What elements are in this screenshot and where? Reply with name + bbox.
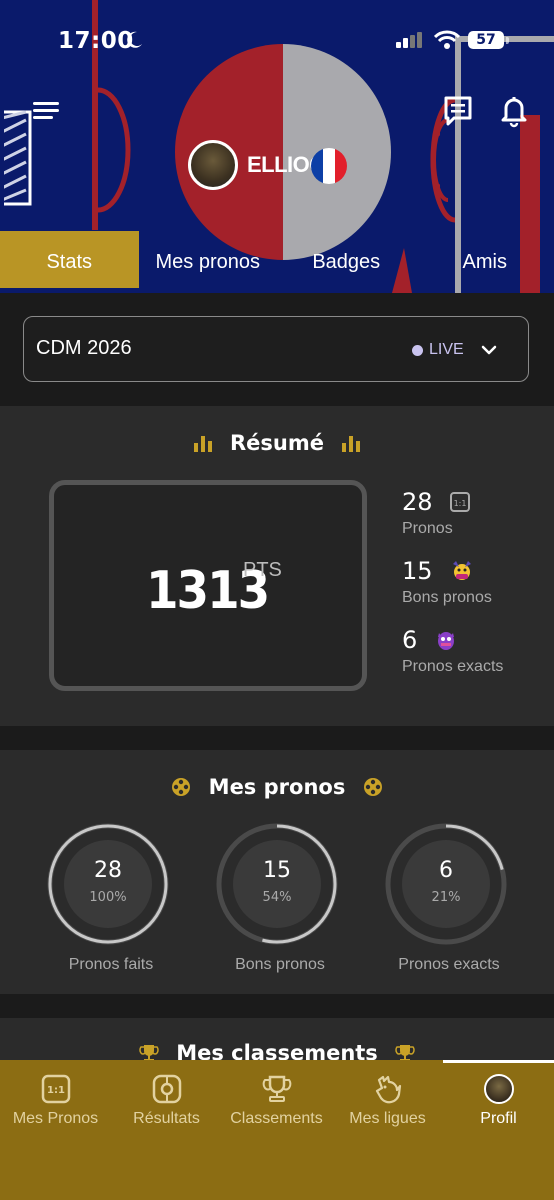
ring-label: Bons pronos [235,956,325,973]
nav-profil[interactable]: Profil [443,1074,554,1128]
bar-chart-icon [193,436,212,452]
avatar-icon [483,1074,514,1104]
stat-bons-pronos: 15 Bons pronos [402,557,492,607]
bell-icon[interactable] [496,92,532,128]
wifi-icon [434,30,460,49]
summary-header: Résumé [0,430,554,455]
battery-level: 57 [468,31,504,49]
progress-ring [385,823,507,945]
nav-mes-pronos[interactable]: 1:1 Mes Pronos [0,1074,111,1128]
summary-title: Résumé [230,431,324,455]
svg-text:1:1: 1:1 [453,499,466,508]
nav-label: Profil [480,1110,517,1127]
france-flag-icon [311,148,347,184]
stat-pronos-exacts: 6 Pronos exacts [402,626,503,676]
menu-icon[interactable] [30,96,62,124]
bar-chart-icon [342,436,361,452]
mascot-icon [452,561,471,580]
competition-select[interactable]: CDM 2026 LIVE [23,316,529,382]
clock: 17:00 [58,28,134,54]
status-bar: 17:00 57 [0,26,554,56]
battery-tip [506,37,509,44]
ring-value: 6 [439,858,453,883]
tab-amis[interactable]: Amis [416,231,554,288]
trophy-icon [262,1075,291,1102]
my-pronos-card: Mes pronos 28 100% Pronos faits 15 54% B… [0,750,554,994]
nav-label: Résultats [133,1110,200,1127]
nav-classements[interactable]: Classements [221,1074,332,1128]
monster-icon [438,632,455,650]
profile-tabs: Stats Mes pronos Badges Amis [0,231,554,288]
bottom-navigation: 1:1 Mes Pronos Résultats Classements Mes… [0,1060,554,1200]
ring-label: Pronos faits [68,956,154,973]
live-dot-icon [412,345,423,356]
points-box: 1313 PTS [49,480,367,691]
ring-value: 15 [263,858,291,883]
ring-bons-pronos: 15 54% [215,822,339,946]
one-one-score-icon: 1:1 [449,492,470,512]
ring-percent: 100% [89,890,127,905]
messages-icon[interactable] [440,92,476,128]
live-status: LIVE [429,341,464,358]
nav-mes-ligues[interactable]: Mes ligues [332,1074,443,1128]
svg-text:1:1: 1:1 [47,1085,65,1096]
summary-card: Résumé 1313 PTS 28 1:1 Pronos 15 Bons pr… [0,406,554,726]
moon-icon [127,31,142,48]
progress-ring [47,823,169,945]
progress-ring [216,823,338,945]
stat-label: Pronos [402,520,453,537]
ring-percent: 21% [431,890,461,905]
avatar[interactable] [188,140,238,190]
tab-badges[interactable]: Badges [277,231,416,288]
results-icon [152,1074,181,1104]
ring-label: Pronos exacts [398,956,500,973]
nav-resultats[interactable]: Résultats [111,1074,222,1128]
stat-label: Bons pronos [402,589,492,606]
ring-percent: 54% [262,890,292,905]
stat-pronos: 28 1:1 Pronos [402,488,470,538]
tab-stats[interactable]: Stats [0,231,139,288]
stat-value: 28 [402,488,433,516]
ring-pronos-exacts: 6 21% [384,822,508,946]
stat-value: 6 [402,626,418,654]
active-tab-indicator [443,1060,554,1063]
tab-mes-pronos[interactable]: Mes pronos [139,231,278,288]
profile-header: 17:00 57 ELLIOOT Stats Mes pronos Badges… [0,0,554,293]
film-reel-icon [363,778,382,796]
nav-label: Mes Pronos [12,1110,99,1127]
chevron-down-icon [481,345,497,355]
points-unit: PTS [243,559,282,581]
nav-label: Mes ligues [349,1110,426,1127]
competition-name: CDM 2026 [36,337,132,359]
score-icon: 1:1 [41,1074,70,1104]
ring-pronos-faits: 28 100% [46,822,170,946]
nav-label: Classements [230,1110,323,1127]
my-pronos-header: Mes pronos [0,774,554,799]
my-pronos-title: Mes pronos [208,775,346,799]
stat-value: 15 [402,557,433,585]
stat-label: Pronos exacts [402,658,504,675]
rooster-icon [375,1075,401,1104]
signal-icon [396,32,422,48]
ring-value: 28 [94,858,122,883]
film-reel-icon [172,778,191,796]
